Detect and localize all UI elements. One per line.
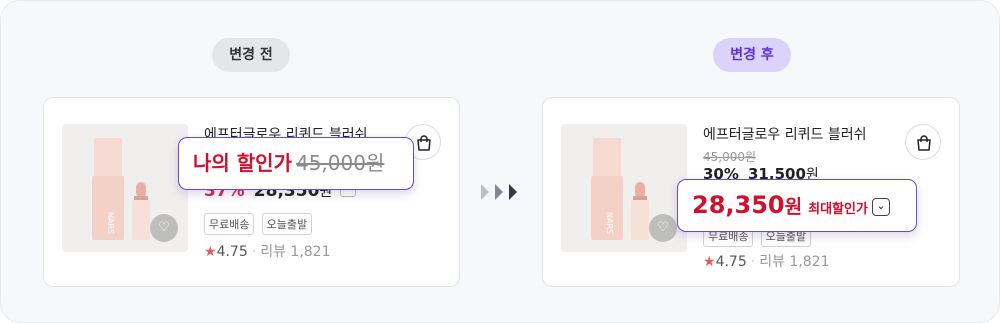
- rating-score: 4.75: [216, 244, 248, 260]
- review-count: 1,821: [789, 254, 830, 270]
- my-discount-label: 나의 할인가: [193, 151, 292, 175]
- wishlist-button[interactable]: ♡: [150, 214, 178, 242]
- add-to-cart-button[interactable]: [905, 124, 941, 160]
- wishlist-button[interactable]: ♡: [649, 214, 677, 242]
- my-discount-price-callout: 나의 할인가 45,000원: [178, 137, 414, 190]
- star-icon: ★: [703, 254, 716, 270]
- original-price-strikethrough: 45,000원: [295, 151, 385, 175]
- max-discount-label: 최대할인가: [808, 202, 868, 217]
- product-image[interactable]: NARS ♡: [561, 124, 687, 252]
- shopping-bag-icon: [417, 135, 431, 151]
- brand-mark: NARS: [106, 212, 115, 234]
- triple-chevron-right-icon: [481, 184, 517, 200]
- original-price: 45,000원: [703, 150, 757, 164]
- product-card-before[interactable]: NARS ♡ 에프터글로우 리퀴드 블러쉬 37% 28,350원 무료배송 오…: [43, 97, 460, 287]
- product-title[interactable]: 에프터글로우 리퀴드 블러쉬: [703, 124, 866, 144]
- heart-icon: ♡: [657, 220, 669, 235]
- product-image[interactable]: NARS ♡: [62, 124, 188, 252]
- star-icon: ★: [204, 244, 217, 260]
- rating-score: 4.75: [715, 254, 747, 270]
- same-day-badge: 오늘출발: [261, 213, 313, 235]
- separator-dot: ·: [251, 244, 257, 260]
- review-count: 1,821: [290, 244, 331, 260]
- rating-row: ★4.75 · 리뷰 1,821: [204, 241, 331, 261]
- after-label: 변경 후: [713, 38, 791, 72]
- max-discount-price: 28,350: [692, 191, 785, 219]
- heart-icon: ♡: [158, 220, 170, 235]
- chevron-down-icon[interactable]: ⌄: [871, 197, 890, 216]
- free-shipping-badge: 무료배송: [204, 213, 255, 235]
- review-label: 리뷰: [759, 254, 785, 270]
- before-label: 변경 전: [212, 38, 290, 72]
- brand-mark: NARS: [605, 212, 614, 234]
- comparison-frame: 변경 전 변경 후 NARS ♡ 에프터글로우 리퀴드 블러쉬 37% 28,3…: [0, 0, 1000, 323]
- max-discount-price-callout[interactable]: 28,350원 최대할인가 ⌄: [677, 179, 917, 232]
- shopping-bag-icon: [917, 135, 931, 151]
- price-unit: 원: [784, 196, 803, 218]
- separator-dot: ·: [750, 254, 756, 270]
- badge-list: 무료배송 오늘출발: [204, 213, 314, 235]
- review-label: 리뷰: [260, 244, 286, 260]
- rating-row: ★4.75 · 리뷰 1,821: [703, 251, 830, 271]
